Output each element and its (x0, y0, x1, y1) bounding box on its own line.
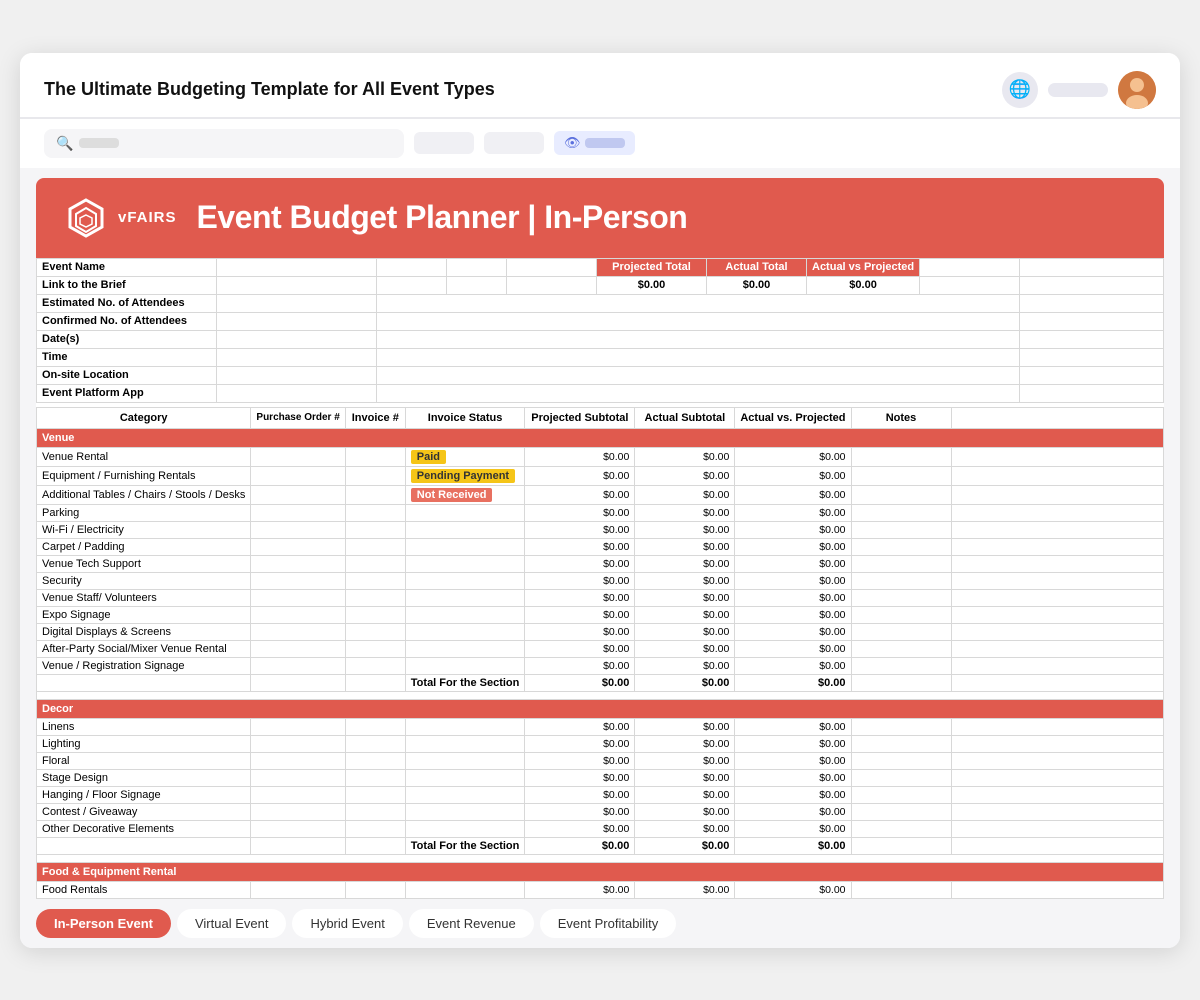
col-po: Purchase Order # (251, 407, 345, 428)
banner: vFAIRS Event Budget Planner | In-Person (36, 178, 1164, 258)
info-time: Time (37, 348, 1164, 366)
col-invoice: Invoice # (345, 407, 405, 428)
info-est-attendees: Estimated No. of Attendees (37, 294, 1164, 312)
table-row: Lighting $0.00 $0.00 $0.00 (37, 735, 1164, 752)
tab-revenue[interactable]: Event Revenue (409, 909, 534, 938)
table-row: Carpet / Padding $0.00 $0.00 $0.00 (37, 538, 1164, 555)
table-row: Expo Signage $0.00 $0.00 $0.00 (37, 606, 1164, 623)
table-row: Linens $0.00 $0.00 $0.00 (37, 718, 1164, 735)
tab-hybrid[interactable]: Hybrid Event (292, 909, 402, 938)
logo: vFAIRS (64, 196, 177, 240)
tabs-bar: In-Person Event Virtual Event Hybrid Eve… (20, 899, 1180, 948)
eye-icon: 👁 (564, 135, 581, 151)
tab-virtual[interactable]: Virtual Event (177, 909, 286, 938)
table-row: Security $0.00 $0.00 $0.00 (37, 572, 1164, 589)
section-food: Food & Equipment Rental (37, 862, 1164, 881)
info-conf-attendees: Confirmed No. of Attendees (37, 312, 1164, 330)
col-status: Invoice Status (405, 407, 525, 428)
budget-table: Category Purchase Order # Invoice # Invo… (36, 407, 1164, 899)
spacer-row (37, 691, 1164, 699)
table-row: Additional Tables / Chairs / Stools / De… (37, 485, 1164, 504)
table-row: Venue / Registration Signage $0.00 $0.00… (37, 657, 1164, 674)
tab-profitability[interactable]: Event Profitability (540, 909, 676, 938)
title-bar-actions: 🌐 (1002, 71, 1156, 109)
table-row: Contest / Giveaway $0.00 $0.00 $0.00 (37, 803, 1164, 820)
table-row: Other Decorative Elements $0.00 $0.00 $0… (37, 820, 1164, 837)
table-row: Floral $0.00 $0.00 $0.00 (37, 752, 1164, 769)
title-bar: The Ultimate Budgeting Template for All … (20, 53, 1180, 117)
col-proj-sub: Projected Subtotal (525, 407, 635, 428)
page-title: The Ultimate Budgeting Template for All … (44, 79, 495, 100)
vfairs-logo-icon (64, 196, 108, 240)
table-row: Venue Staff/ Volunteers $0.00 $0.00 $0.0… (37, 589, 1164, 606)
tab-in-person[interactable]: In-Person Event (36, 909, 171, 938)
toolbar-filter-2[interactable] (484, 132, 544, 154)
table-row: Equipment / Furnishing Rentals Pending P… (37, 466, 1164, 485)
avatar[interactable] (1118, 71, 1156, 109)
title-bar-indicator (1048, 83, 1108, 97)
table-row: Stage Design $0.00 $0.00 $0.00 (37, 769, 1164, 786)
spreadsheet: vFAIRS Event Budget Planner | In-Person (36, 178, 1164, 899)
view-toggle[interactable]: 👁 (554, 131, 635, 155)
table-row: Venue Tech Support $0.00 $0.00 $0.00 (37, 555, 1164, 572)
status-badge-paid: Paid (411, 450, 446, 464)
status-badge-pending: Pending Payment (411, 469, 515, 483)
table-row: After-Party Social/Mixer Venue Rental $0… (37, 640, 1164, 657)
logo-text: vFAIRS (118, 209, 177, 226)
info-table: Event Name Projected Total Actual Total … (36, 258, 1164, 403)
globe-icon[interactable]: 🌐 (1002, 72, 1038, 108)
search-icon: 🔍 (56, 135, 73, 152)
table-row: Digital Displays & Screens $0.00 $0.00 $… (37, 623, 1164, 640)
decor-total-row: Total For the Section $0.00 $0.00 $0.00 (37, 837, 1164, 854)
table-header-row: Category Purchase Order # Invoice # Invo… (37, 407, 1164, 428)
col-avp: Actual vs. Projected (735, 407, 851, 428)
section-venue: Venue (37, 428, 1164, 447)
table-row: Venue Rental Paid $0.00 $0.00 $0.00 (37, 447, 1164, 466)
banner-title: Event Budget Planner | In-Person (197, 199, 688, 236)
content-area: vFAIRS Event Budget Planner | In-Person (20, 168, 1180, 899)
toolbar-filter-1[interactable] (414, 132, 474, 154)
info-dates: Date(s) (37, 330, 1164, 348)
info-brief: Link to the Brief $0.00 $0.00 $0.00 (37, 276, 1164, 294)
search-placeholder (79, 138, 119, 148)
search-bar[interactable]: 🔍 (44, 129, 404, 158)
table-row: Parking $0.00 $0.00 $0.00 (37, 504, 1164, 521)
col-actual-sub: Actual Subtotal (635, 407, 735, 428)
col-notes: Notes (851, 407, 951, 428)
venue-total-row: Total For the Section $0.00 $0.00 $0.00 (37, 674, 1164, 691)
info-location: On-site Location (37, 366, 1164, 384)
view-label (585, 138, 625, 148)
table-row: Hanging / Floor Signage $0.00 $0.00 $0.0… (37, 786, 1164, 803)
col-category: Category (37, 407, 251, 428)
info-event-name: Event Name Projected Total Actual Total … (37, 258, 1164, 276)
table-row: Food Rentals $0.00 $0.00 $0.00 (37, 881, 1164, 898)
section-decor: Decor (37, 699, 1164, 718)
table-row: Wi-Fi / Electricity $0.00 $0.00 $0.00 (37, 521, 1164, 538)
spacer-row (37, 854, 1164, 862)
toolbar: 🔍 👁 (20, 119, 1180, 168)
info-platform: Event Platform App (37, 384, 1164, 402)
status-badge-not-received: Not Received (411, 488, 493, 502)
